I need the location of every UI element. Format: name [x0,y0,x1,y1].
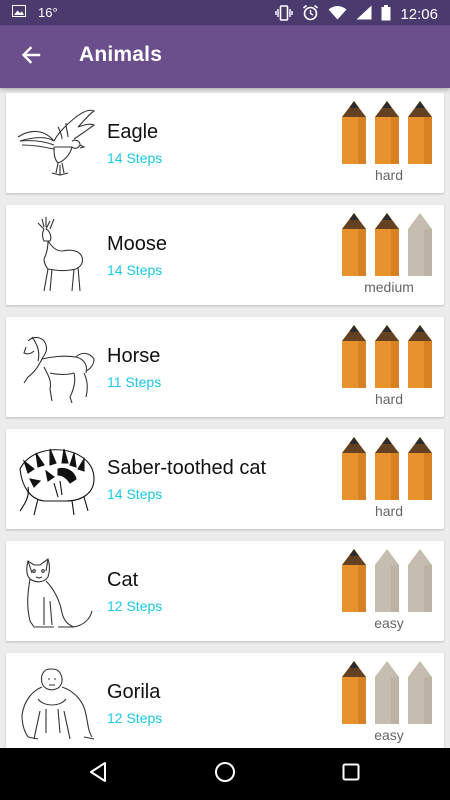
difficulty-pencils [341,549,437,613]
home-circle-icon [214,761,236,788]
back-button[interactable] [15,42,47,72]
image-icon [12,5,26,20]
pencil-active-icon [375,101,399,164]
difficulty-pencils [341,437,437,501]
difficulty-label: hard [374,167,404,183]
animal-name: Horse [107,345,161,367]
pencil-active-icon [408,325,432,388]
signal-icon [356,5,372,23]
difficulty-pencils [341,101,437,165]
moose-sketch-image [14,215,98,295]
wifi-icon [328,5,347,23]
app-bar: Animals [0,25,450,88]
pencil-active-icon [342,661,366,724]
back-triangle-icon [88,761,108,788]
list-item-gorila[interactable]: Gorila 12 Steps easy [6,653,444,748]
arrow-back-icon [21,45,41,70]
pencil-inactive-icon [408,549,432,612]
difficulty-pencils [341,213,437,277]
animal-name: Eagle [107,121,159,143]
difficulty-pencils [341,661,437,725]
steps-count: 11 Steps [107,374,162,390]
pencil-inactive-icon [375,661,399,724]
clock-time: 12:06 [400,5,438,23]
horse-sketch-image [14,327,98,407]
difficulty-label: hard [374,391,404,407]
animal-name: Saber-toothed cat [107,457,266,479]
list-item-eagle[interactable]: Eagle 14 Steps hard [6,93,444,193]
pencil-inactive-icon [375,549,399,612]
animal-name: Gorila [107,681,161,703]
difficulty-pencils [341,325,437,389]
difficulty-label: hard [374,503,404,519]
steps-count: 12 Steps [107,710,163,726]
steps-count: 12 Steps [107,598,163,614]
pencil-active-icon [375,437,399,500]
vibrate-icon [275,4,294,24]
animal-list: Eagle 14 Steps hard Moose 14 Steps mediu… [0,88,450,748]
page-title: Animals [79,43,163,66]
steps-count: 14 Steps [107,262,163,278]
pencil-inactive-icon [408,213,432,276]
animal-name: Cat [107,569,139,591]
pencil-active-icon [342,437,366,500]
difficulty-label: easy [374,615,404,631]
difficulty-label: medium [364,279,414,295]
pencil-active-icon [375,325,399,388]
saber-toothed-cat-sketch-image [14,439,98,519]
temperature-text: 16° [38,5,58,20]
difficulty-label: easy [374,727,404,743]
nav-recents-button[interactable] [336,760,366,788]
pencil-active-icon [375,213,399,276]
steps-count: 14 Steps [107,486,163,502]
pencil-inactive-icon [408,661,432,724]
nav-home-button[interactable] [210,760,240,788]
animal-name: Moose [107,233,168,255]
steps-count: 14 Steps [107,150,163,166]
battery-icon [381,4,391,24]
list-item-cat[interactable]: Cat 12 Steps easy [6,541,444,641]
alarm-icon [302,4,319,24]
pencil-active-icon [408,101,432,164]
status-bar: 16° 12:06 [0,0,450,25]
gorila-sketch-image [14,663,98,743]
list-item-saber-toothed-cat[interactable]: Saber-toothed cat 14 Steps hard [6,429,444,529]
nav-back-button[interactable] [83,760,113,788]
pencil-active-icon [342,325,366,388]
system-nav-bar [0,748,450,800]
list-item-horse[interactable]: Horse 11 Steps hard [6,317,444,417]
pencil-active-icon [408,437,432,500]
list-item-moose[interactable]: Moose 14 Steps medium [6,205,444,305]
cat-sketch-image [14,551,98,631]
pencil-active-icon [342,101,366,164]
eagle-sketch-image [14,103,98,183]
recents-square-icon [342,763,360,786]
pencil-active-icon [342,549,366,612]
pencil-active-icon [342,213,366,276]
